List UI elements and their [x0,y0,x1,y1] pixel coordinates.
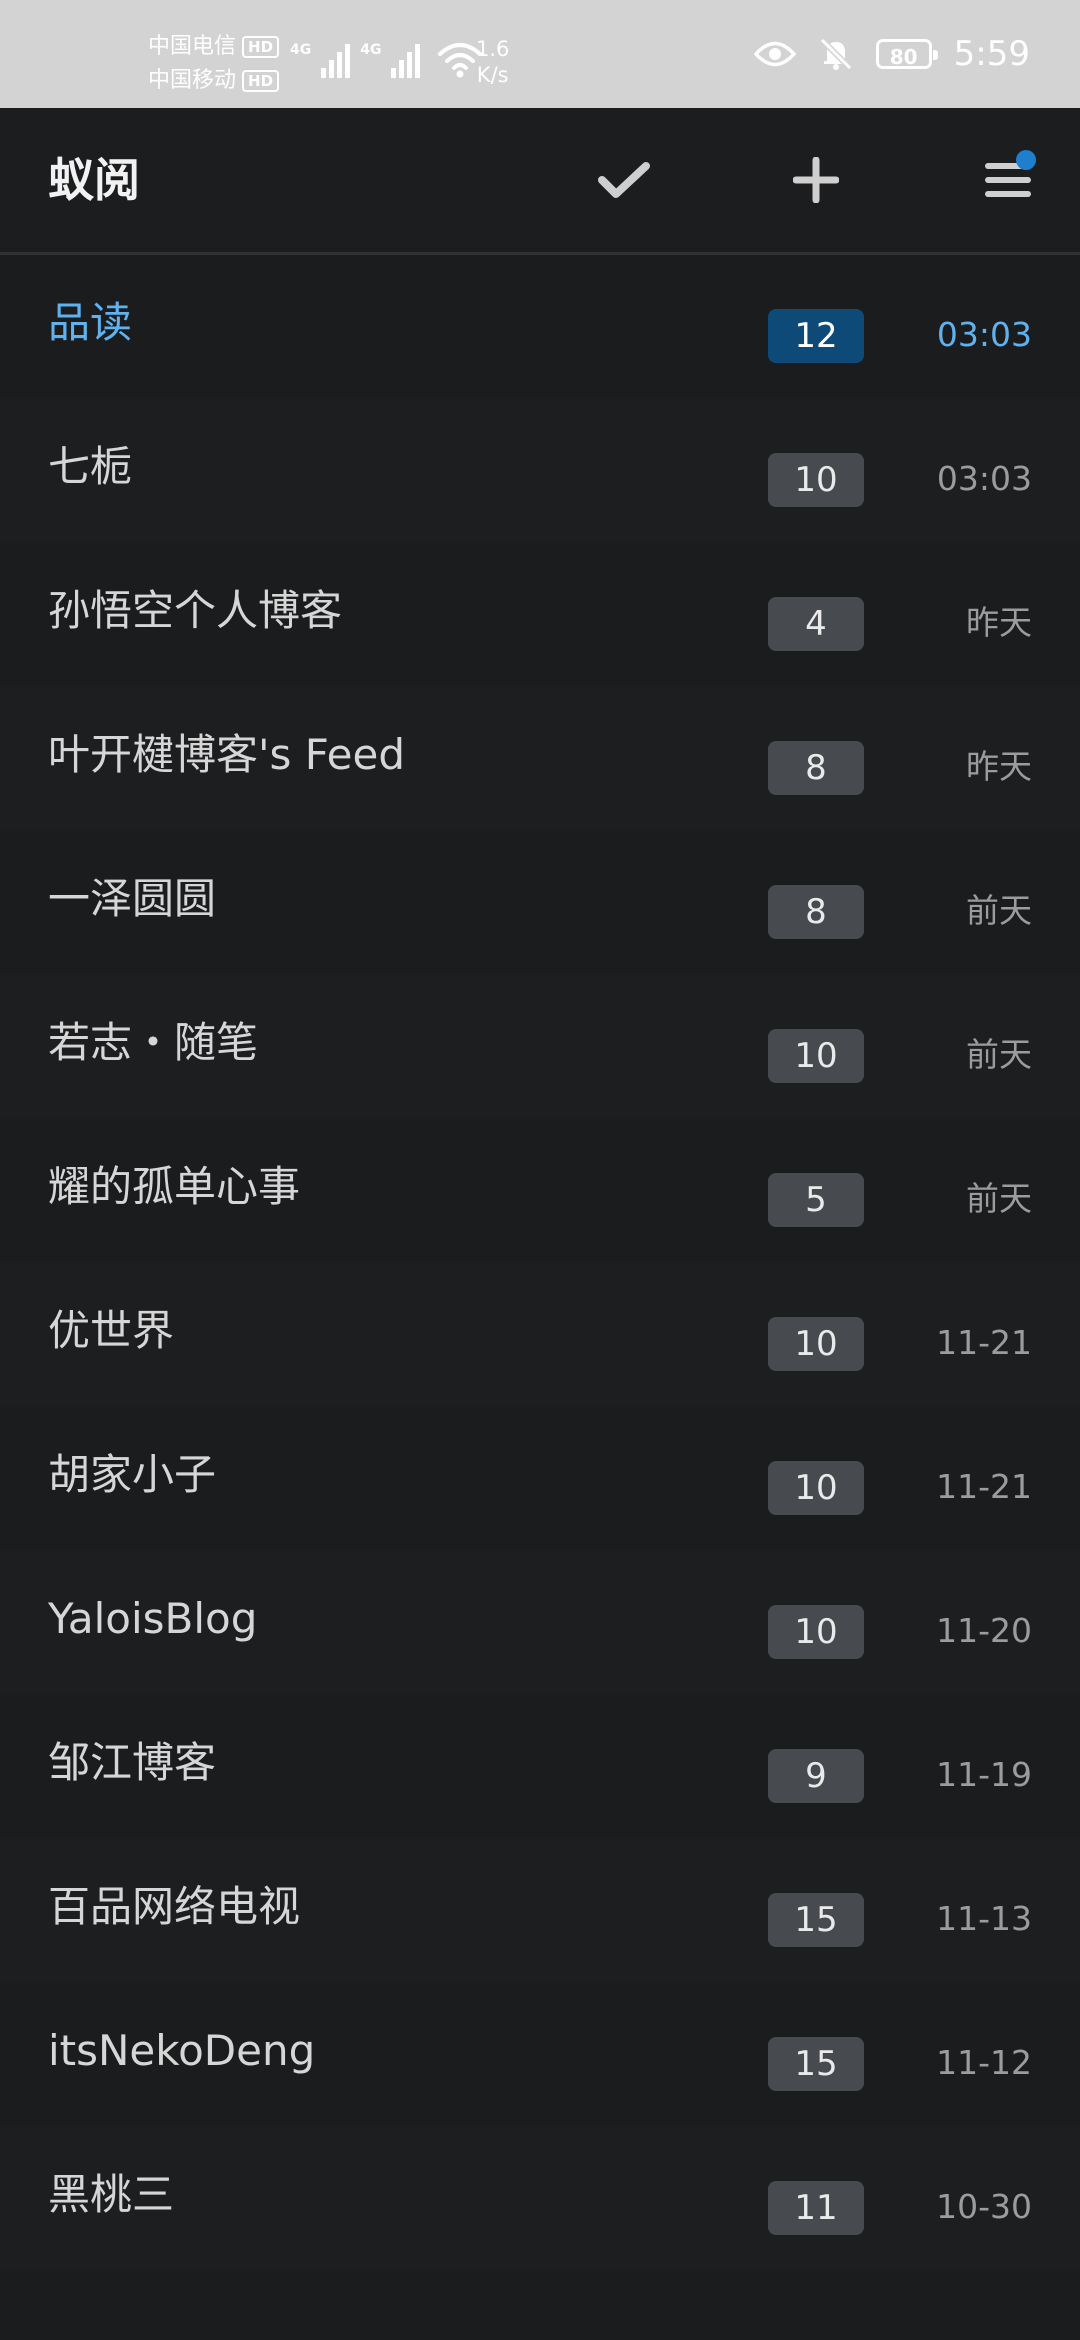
feed-updated-time: 11-13 [936,1899,1032,1938]
mute-bell-icon [819,37,852,71]
feed-updated-time: 前天 [966,891,1032,930]
feed-name: itsNekoDeng [48,2026,316,2075]
feed-name: 孙悟空个人博客 [48,586,343,635]
eye-icon [753,41,796,67]
unread-count-badge: 15 [768,1893,864,1947]
unread-count-badge: 15 [768,2037,864,2091]
status-bar: 中国电信 HD 中国移动 HD 4G 4G 1.6 K/s 80 5:59 [0,0,1080,108]
feed-updated-time: 昨天 [966,747,1032,786]
feed-name: 品读 [48,298,133,347]
app-title: 蚁阅 [48,153,140,207]
feed-updated-time: 昨天 [966,603,1032,642]
unread-count-badge: 8 [768,741,864,795]
feed-item[interactable]: 邹江博客 9 11-19 [0,1695,1080,1839]
feed-list: 品读 12 03:03 七栀 10 03:03 孙悟空个人博客 4 昨天 叶开楗博客's Feed… [0,255,1080,2271]
unread-count-badge: 5 [768,1173,864,1227]
carrier-2-label: 中国移动 [148,68,237,93]
notification-dot [1016,150,1036,170]
unread-count-badge: 10 [768,1029,864,1083]
feed-name: YaloisBlog [48,1594,258,1643]
unread-count-badge: 12 [768,309,864,363]
hd-badge-2: HD [242,70,280,92]
feed-item[interactable]: 百品网络电视 15 11-13 [0,1839,1080,1983]
status-right-group: 80 5:59 [753,28,1030,80]
feed-updated-time: 11-12 [936,2043,1032,2082]
feed-item[interactable]: 胡家小子 10 11-21 [0,1407,1080,1551]
feed-item[interactable]: 七栀 10 03:03 [0,399,1080,543]
feed-updated-time: 11-20 [936,1611,1032,1650]
feed-item[interactable]: 黑桃三 11 10-30 [0,2127,1080,2271]
feed-updated-time: 前天 [966,1179,1032,1218]
signal-indicators: 4G 4G [290,38,483,78]
feed-item[interactable]: 优世界 10 11-21 [0,1263,1080,1407]
feed-item[interactable]: YaloisBlog 10 11-20 [0,1551,1080,1695]
feed-name: 一泽圆圆 [48,874,217,923]
unread-count-badge: 9 [768,1749,864,1803]
network-type-label-2: 4G [360,42,382,58]
feed-name: 若志・随笔 [48,1018,259,1067]
feed-name: 叶开楗博客's Feed [48,730,405,779]
unread-count-badge: 4 [768,597,864,651]
feed-item[interactable]: 品读 12 03:03 [0,255,1080,399]
signal-bars-1-icon [321,38,351,78]
feed-item[interactable]: 若志・随笔 10 前天 [0,975,1080,1119]
feed-updated-time: 11-21 [936,1323,1032,1362]
feed-item[interactable]: 一泽圆圆 8 前天 [0,831,1080,975]
speed-value: 1.6 [476,37,510,61]
feed-updated-time: 03:03 [936,315,1032,354]
feed-updated-time: 11-21 [936,1467,1032,1506]
battery-indicator: 80 [875,39,938,69]
feed-updated-time: 11-19 [936,1755,1032,1794]
unread-count-badge: 10 [768,1461,864,1515]
feed-item[interactable]: 叶开楗博客's Feed 8 昨天 [0,687,1080,831]
unread-count-badge: 10 [768,453,864,507]
check-icon [598,162,650,198]
add-feed-button[interactable] [780,144,852,216]
signal-bars-2-icon [391,38,421,78]
status-time: 5:59 [953,34,1030,74]
unread-count-badge: 11 [768,2181,864,2235]
network-speed: 1.6 K/s [476,36,509,88]
feed-item[interactable]: itsNekoDeng 15 11-12 [0,1983,1080,2127]
feed-item[interactable]: 孙悟空个人博客 4 昨天 [0,543,1080,687]
feed-updated-time: 前天 [966,1035,1032,1074]
unread-count-badge: 10 [768,1605,864,1659]
feed-updated-time: 03:03 [936,459,1032,498]
feed-name: 优世界 [48,1306,175,1355]
feed-name: 胡家小子 [48,1450,217,1499]
feed-name: 百品网络电视 [48,1882,301,1931]
feed-name: 耀的孤单心事 [48,1162,301,1211]
carrier-1-label: 中国电信 [148,34,237,59]
network-type-label-1: 4G [290,42,312,58]
unread-count-badge: 8 [768,885,864,939]
app-bar: 蚁阅 [0,108,1080,255]
feed-name: 黑桃三 [48,2170,175,2219]
feed-updated-time: 10-30 [936,2187,1032,2226]
menu-button[interactable] [972,144,1044,216]
mark-all-read-button[interactable] [588,144,660,216]
unread-count-badge: 10 [768,1317,864,1371]
hd-badge-1: HD [242,36,280,58]
feed-item[interactable]: 耀的孤单心事 5 前天 [0,1119,1080,1263]
speed-unit: K/s [476,63,509,87]
feed-name: 七栀 [48,442,133,491]
plus-icon [793,157,839,203]
carrier-info: 中国电信 HD 中国移动 HD [148,30,280,98]
feed-name: 邹江博客 [48,1738,217,1787]
